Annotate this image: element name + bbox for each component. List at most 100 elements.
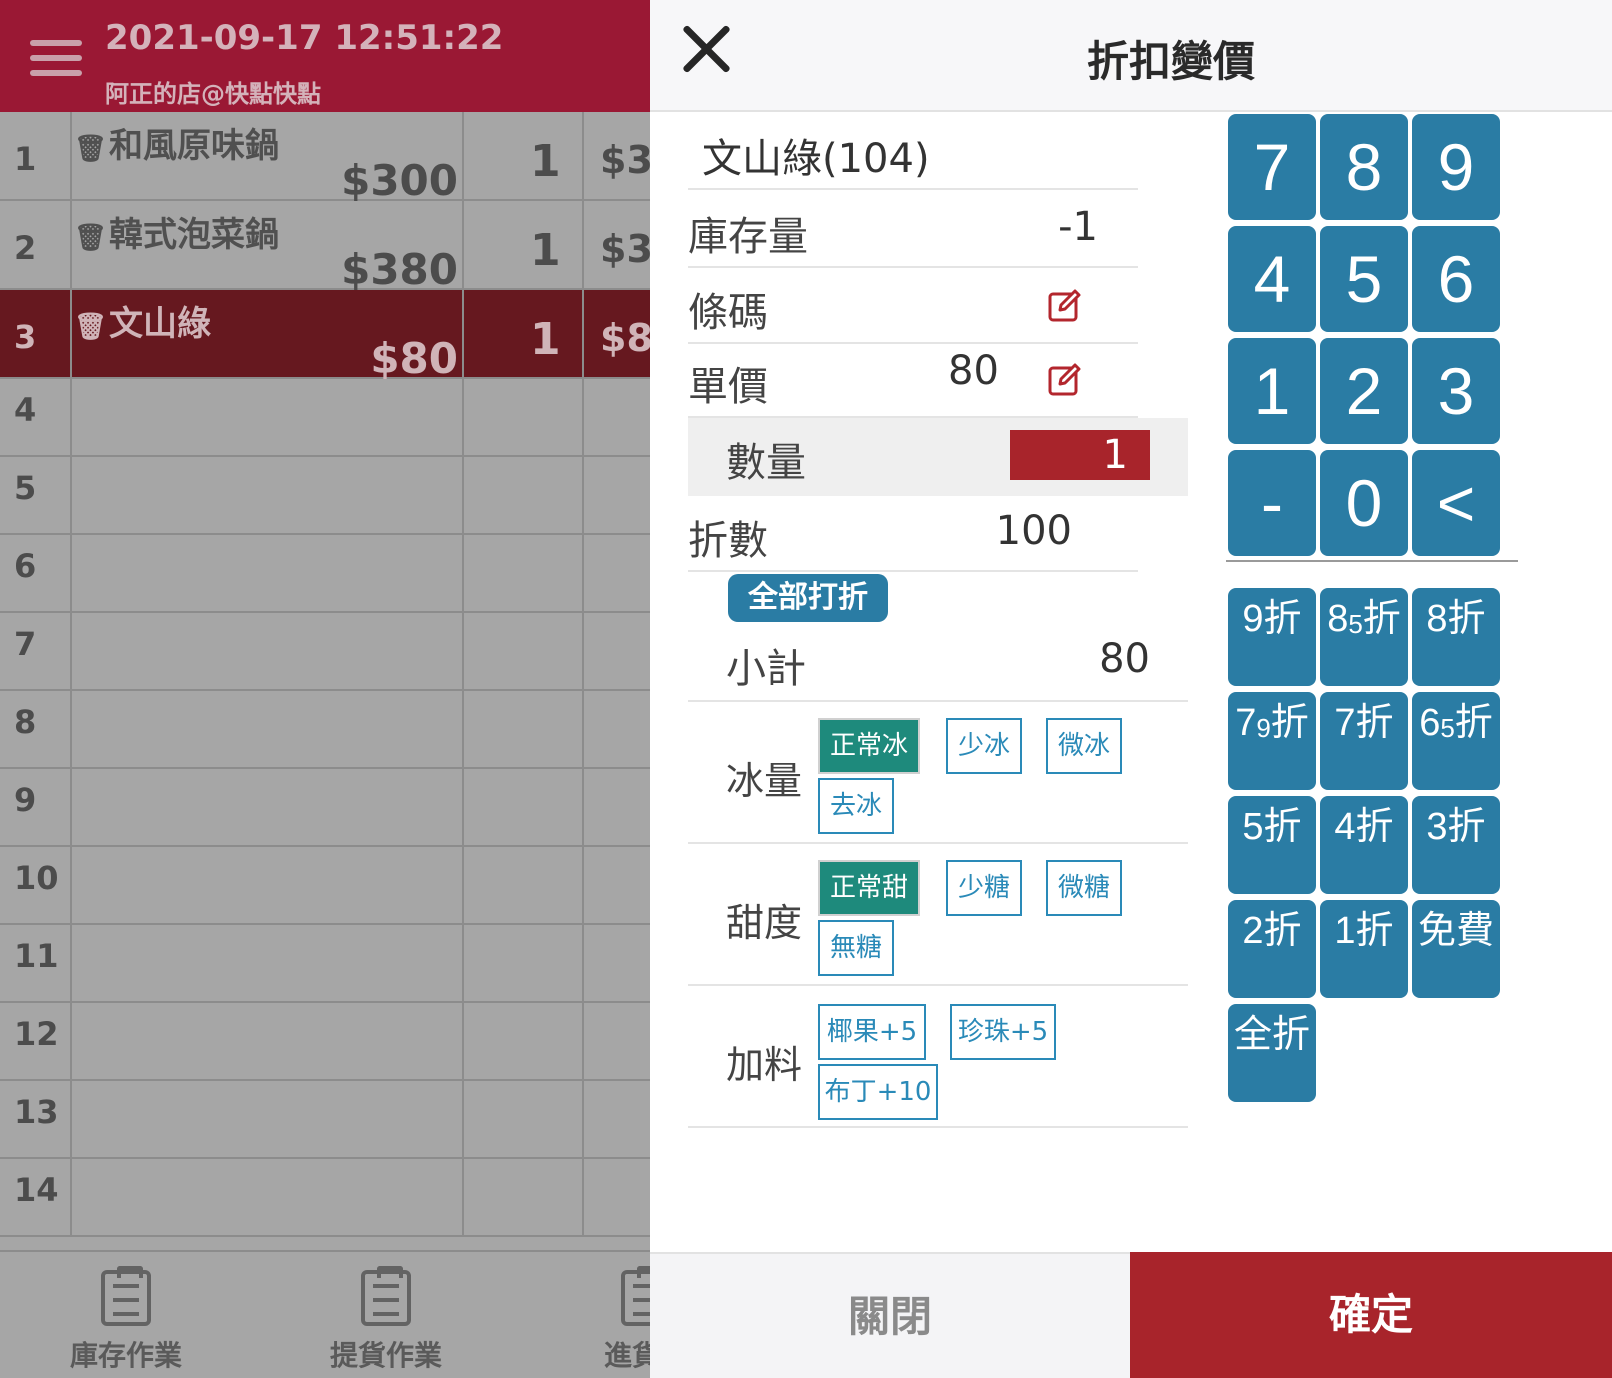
trash-icon[interactable]: 🗑 — [74, 312, 107, 342]
table-row[interactable]: 6 — [0, 535, 650, 613]
trash-icon[interactable]: 🗑 — [74, 223, 107, 253]
table-row[interactable]: 12 — [0, 1003, 650, 1081]
column-divider — [70, 691, 72, 767]
unit-price-value[interactable]: 80 — [948, 348, 999, 394]
key-8[interactable]: 8 — [1320, 114, 1408, 220]
discount-key[interactable]: 79折 — [1228, 692, 1316, 790]
discount-key[interactable]: 全折 — [1228, 1004, 1316, 1102]
table-row[interactable]: 9 — [0, 769, 650, 847]
sweet-option-normal[interactable]: 正常甜 — [818, 860, 920, 916]
column-divider — [582, 1081, 584, 1157]
column-divider — [70, 457, 72, 533]
column-divider — [70, 1159, 72, 1235]
ice-option-none[interactable]: 去冰 — [818, 778, 894, 834]
column-divider — [70, 613, 72, 689]
table-row[interactable]: 2 🗑韓式泡菜鍋 $380 1 $38 — [0, 201, 650, 294]
key-4[interactable]: 4 — [1228, 226, 1316, 332]
column-divider — [582, 847, 584, 923]
discount-key[interactable]: 免費 — [1412, 900, 1500, 998]
nav-inventory-label: 庫存作業 — [69, 1339, 182, 1372]
row-number: 9 — [14, 781, 37, 819]
quantity-input[interactable]: 1 — [1010, 430, 1150, 480]
row-price: $80 — [370, 334, 458, 383]
discount-price-dialog: 折扣變價 文山綠(104) 庫存量 -1 條碼 單價 80 數量 1 折數 10… — [650, 0, 1612, 1378]
discount-key[interactable]: 7折 — [1320, 692, 1408, 790]
key-3[interactable]: 3 — [1412, 338, 1500, 444]
key-6[interactable]: 6 — [1412, 226, 1500, 332]
unit-price-row: 單價 80 — [688, 344, 1138, 418]
column-divider — [70, 769, 72, 845]
key-backspace[interactable]: < — [1412, 450, 1500, 556]
hamburger-menu-icon[interactable] — [30, 40, 82, 76]
row-item-name: 🗑文山綠 — [74, 296, 211, 345]
key-7[interactable]: 7 — [1228, 114, 1316, 220]
table-row[interactable]: 8 — [0, 691, 650, 769]
sweet-option-light[interactable]: 微糖 — [1046, 860, 1122, 916]
sweet-option-less[interactable]: 少糖 — [946, 860, 1022, 916]
column-divider — [462, 613, 464, 689]
discount-key[interactable]: 2折 — [1228, 900, 1316, 998]
ice-option-light[interactable]: 微冰 — [1046, 718, 1122, 774]
row-item-label: 和風原味鍋 — [109, 126, 280, 166]
topping-pearl[interactable]: 珍珠+5 — [950, 1004, 1056, 1060]
key-minus[interactable]: - — [1228, 450, 1316, 556]
column-divider — [582, 925, 584, 1001]
row-item-name: 🗑韓式泡菜鍋 — [74, 207, 279, 256]
topping-pudding[interactable]: 布丁+10 — [818, 1064, 938, 1120]
column-divider — [582, 691, 584, 767]
confirm-button[interactable]: 確定 — [1130, 1252, 1612, 1378]
topping-coconut-jelly[interactable]: 椰果+5 — [818, 1004, 926, 1060]
column-divider — [582, 613, 584, 689]
row-item-name: 🗑和風原味鍋 — [74, 118, 279, 167]
key-9[interactable]: 9 — [1412, 114, 1500, 220]
ice-option-less[interactable]: 少冰 — [946, 718, 1022, 774]
edit-barcode-icon[interactable] — [1048, 288, 1082, 322]
table-row[interactable]: 10 — [0, 847, 650, 925]
discount-key[interactable]: 85折 — [1320, 588, 1408, 686]
row-qty: 1 — [530, 314, 561, 365]
trash-icon[interactable]: 🗑 — [74, 134, 107, 164]
nav-pickup[interactable]: 提貨作業 — [306, 1266, 466, 1374]
discount-key[interactable]: 65折 — [1412, 692, 1500, 790]
column-divider — [582, 769, 584, 845]
table-row[interactable]: 5 — [0, 457, 650, 535]
table-row[interactable]: 1 🗑和風原味鍋 $300 1 $30 — [0, 112, 650, 205]
discount-key[interactable]: 5折 — [1228, 796, 1316, 894]
column-divider — [70, 847, 72, 923]
row-number: 3 — [14, 318, 37, 356]
key-5[interactable]: 5 — [1320, 226, 1408, 332]
discount-key[interactable]: 1折 — [1320, 900, 1408, 998]
key-0[interactable]: 0 — [1320, 450, 1408, 556]
discount-key[interactable]: 8折 — [1412, 588, 1500, 686]
discount-key[interactable]: 9折 — [1228, 588, 1316, 686]
column-divider — [582, 201, 584, 288]
nav-pickup-label: 提貨作業 — [329, 1339, 442, 1372]
sweet-option-none[interactable]: 無糖 — [818, 920, 894, 976]
table-row[interactable]: 7 — [0, 613, 650, 691]
item-name-row: 文山綠(104) — [688, 112, 1138, 190]
nav-inventory[interactable]: 庫存作業 — [46, 1266, 206, 1374]
ice-option-normal[interactable]: 正常冰 — [818, 718, 920, 774]
table-row[interactable]: 3 🗑文山綠 $80 1 $8 — [0, 290, 650, 383]
discount-key-tail: 折 — [1362, 598, 1401, 640]
discount-key[interactable]: 4折 — [1320, 796, 1408, 894]
row-price: $380 — [341, 245, 458, 294]
table-row[interactable]: 4 — [0, 379, 650, 457]
discount-key[interactable]: 3折 — [1412, 796, 1500, 894]
column-divider — [462, 535, 464, 611]
discount-row: 折數 100 — [688, 496, 1138, 572]
row-number: 4 — [14, 391, 37, 429]
edit-price-icon[interactable] — [1048, 362, 1082, 396]
close-button[interactable]: 關閉 — [650, 1252, 1130, 1378]
key-1[interactable]: 1 — [1228, 338, 1316, 444]
table-row[interactable]: 14 — [0, 1159, 650, 1237]
bottom-nav: 庫存作業 提貨作業 進貨作 — [0, 1250, 688, 1378]
key-2[interactable]: 2 — [1320, 338, 1408, 444]
column-divider — [462, 1003, 464, 1079]
all-discount-button[interactable]: 全部打折 — [728, 574, 888, 622]
table-row[interactable]: 11 — [0, 925, 650, 1003]
table-row[interactable]: 13 — [0, 1081, 650, 1159]
clipboard-icon — [101, 1266, 151, 1326]
stock-label: 庫存量 — [688, 214, 808, 260]
stock-value: -1 — [1058, 204, 1098, 250]
